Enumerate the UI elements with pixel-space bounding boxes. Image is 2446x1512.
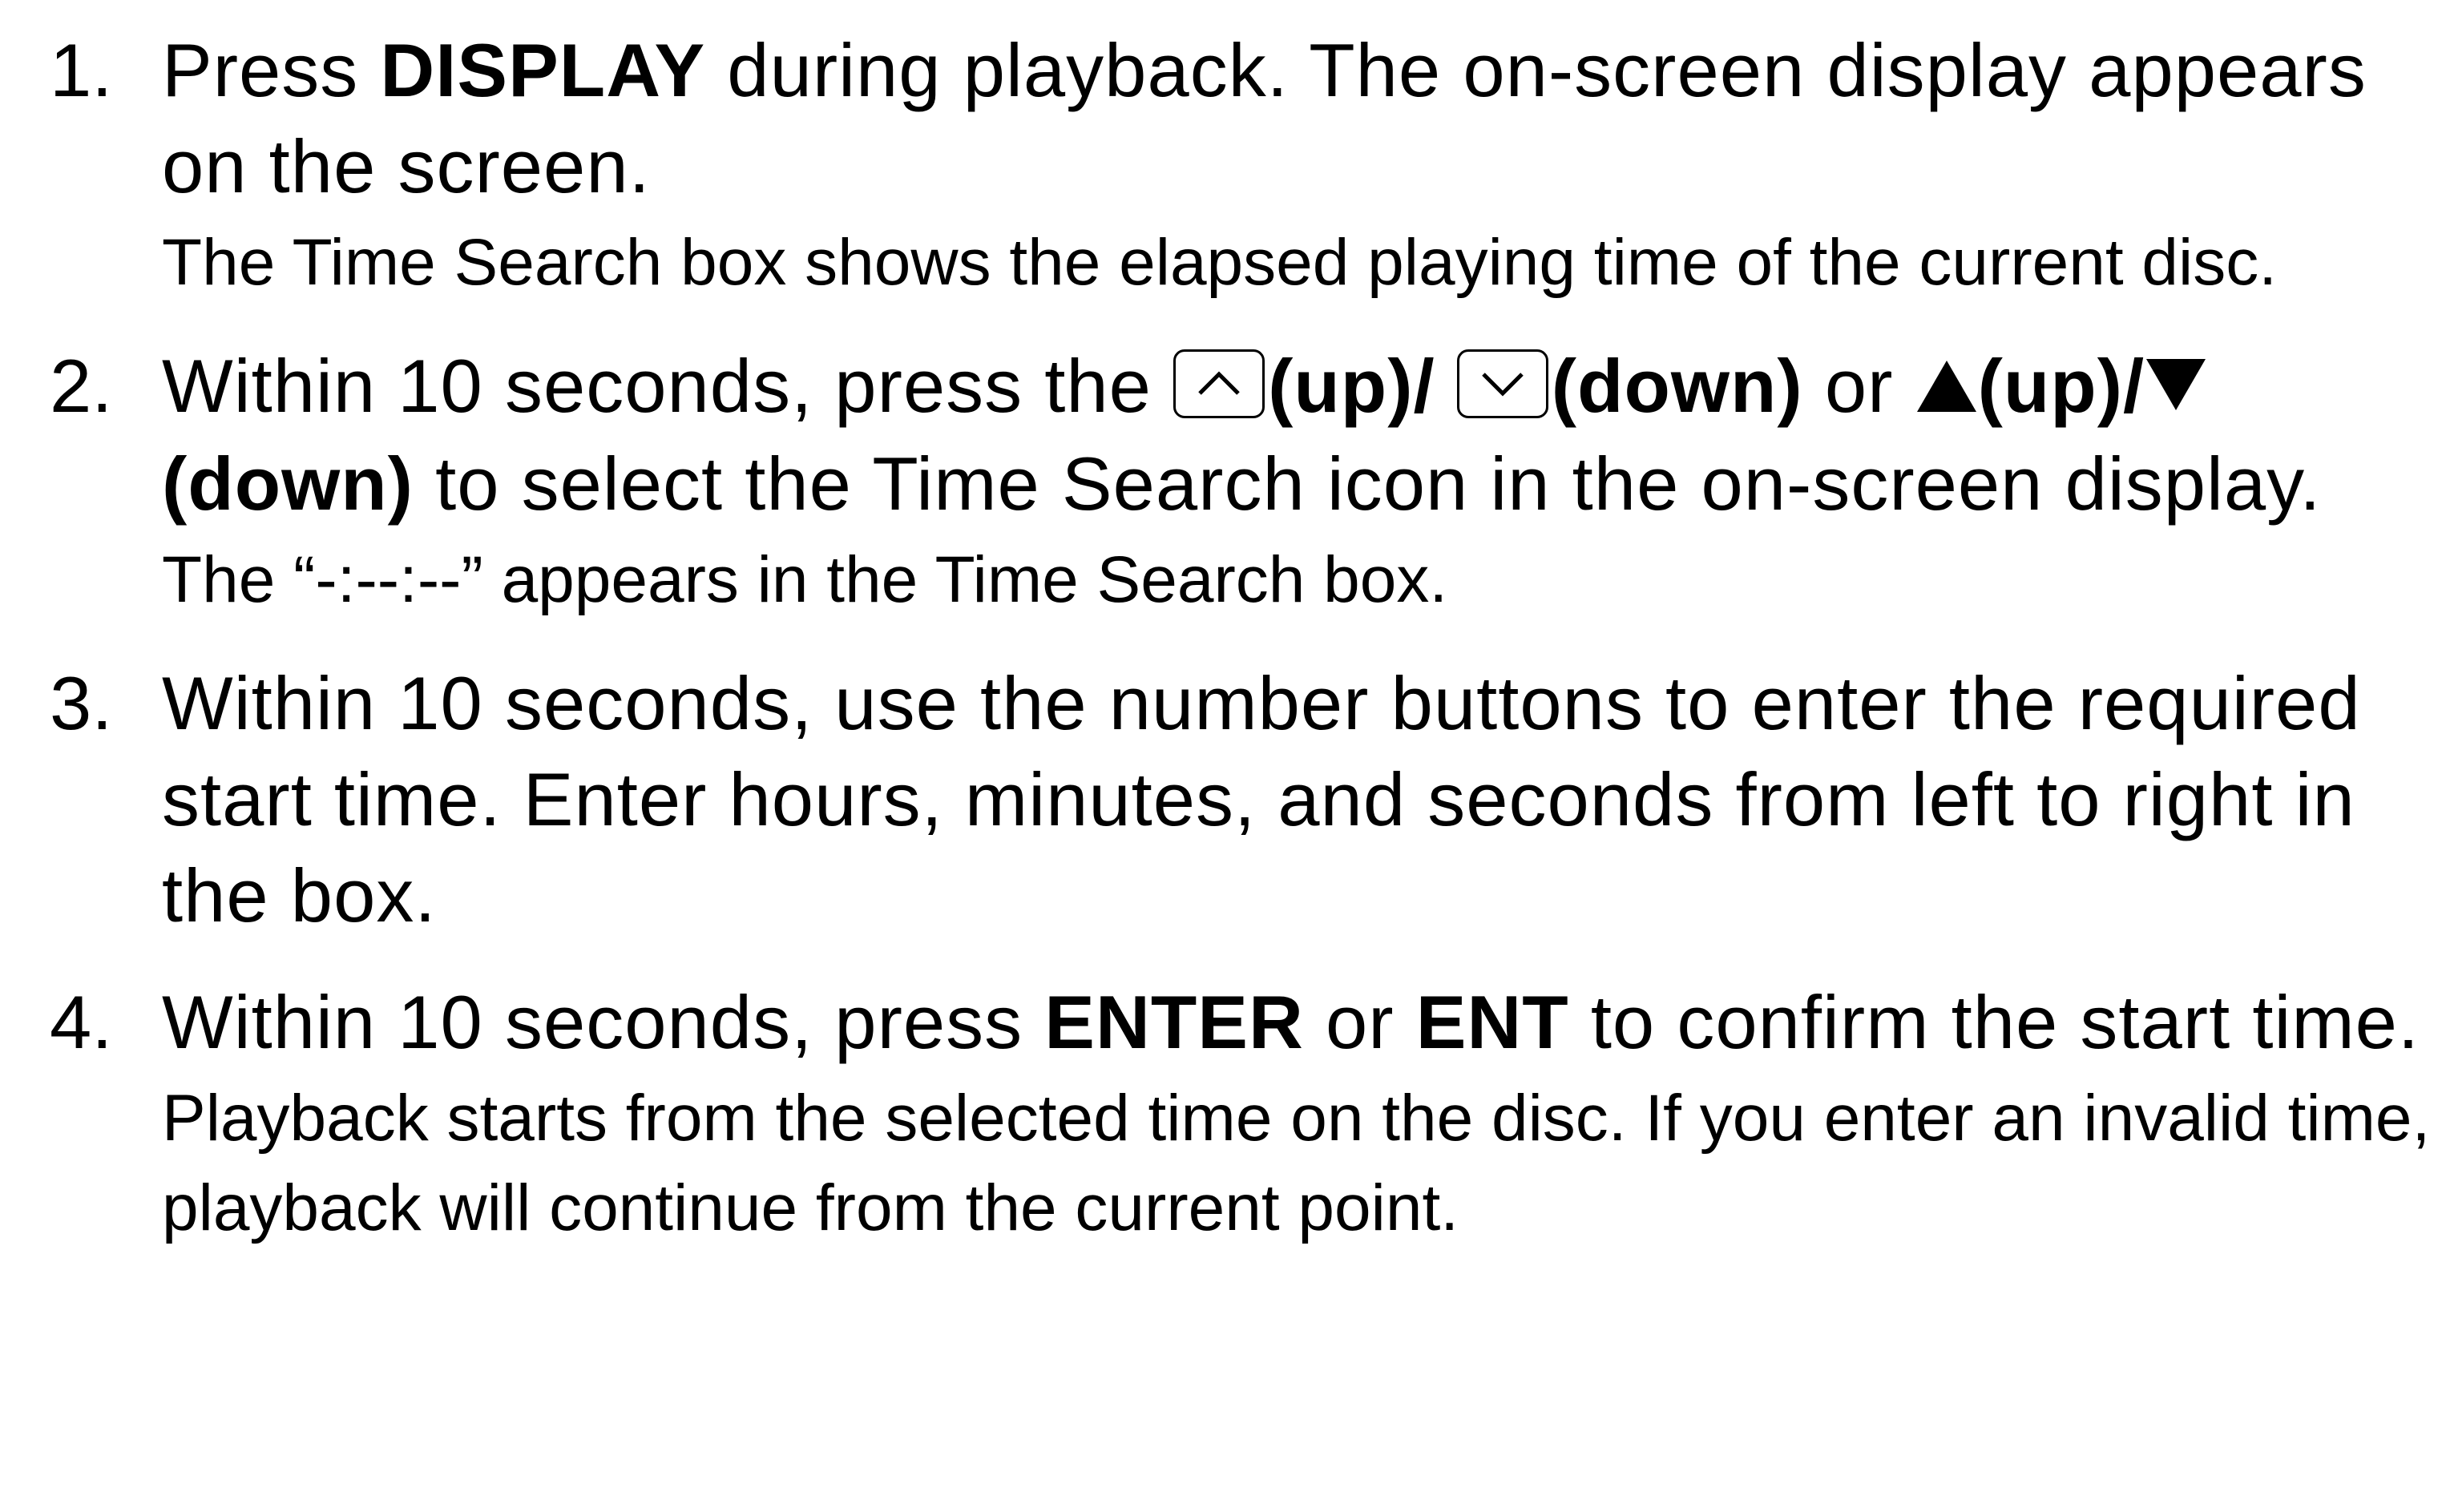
bold-term: (up)/ bbox=[1268, 344, 1457, 428]
up-triangle-icon bbox=[1915, 340, 1978, 436]
instruction-text: Within 10 seconds, use the number button… bbox=[162, 661, 2361, 937]
bold-term: ENTER bbox=[1044, 980, 1304, 1064]
step-number: 2. bbox=[50, 344, 113, 428]
down-triangle-icon bbox=[2145, 340, 2207, 436]
instruction-list: 1. Press DISPLAY during playback. The on-… bbox=[50, 22, 2438, 1284]
bold-term: ENT bbox=[1415, 980, 1569, 1064]
step-number: 1. bbox=[50, 28, 113, 112]
instruction-text: or bbox=[1802, 344, 1915, 428]
instruction-text: Within 10 seconds, press the bbox=[162, 344, 1174, 428]
step-4: 4. Within 10 seconds, press ENTER or ENT … bbox=[50, 974, 2438, 1253]
bold-term: (up)/ bbox=[1977, 344, 2145, 428]
step-2: 2. Within 10 seconds, press the (up)/ (do… bbox=[50, 338, 2438, 625]
step-note: The “-:--:--” appears in the Time Search… bbox=[162, 543, 1448, 616]
down-key-icon bbox=[1456, 349, 1548, 418]
instruction-text: to select the Time Search icon in the on… bbox=[413, 442, 2322, 526]
step-number: 4. bbox=[50, 980, 113, 1064]
instruction-text: Within 10 seconds, press bbox=[162, 980, 1045, 1064]
step-note: Playback starts from the selected time o… bbox=[162, 1082, 2431, 1244]
bold-term: (down) bbox=[162, 442, 414, 526]
instruction-text: Press bbox=[162, 28, 381, 112]
step-1: 1. Press DISPLAY during playback. The on-… bbox=[50, 22, 2438, 308]
step-3: 3. Within 10 seconds, use the number butt… bbox=[50, 655, 2438, 944]
up-key-icon bbox=[1173, 349, 1265, 418]
bold-term: (down) bbox=[1551, 344, 1803, 428]
instruction-text: to confirm the start time. bbox=[1568, 980, 2420, 1064]
bold-term: DISPLAY bbox=[380, 28, 706, 112]
step-number: 3. bbox=[50, 661, 113, 745]
step-instruction: Within 10 seconds, press ENTER or ENT to… bbox=[162, 974, 2438, 1070]
step-instruction: Within 10 seconds, use the number button… bbox=[162, 655, 2438, 944]
instruction-text: or bbox=[1303, 980, 1416, 1064]
step-instruction: Within 10 seconds, press the (up)/ (down… bbox=[162, 338, 2438, 532]
step-instruction: Press DISPLAY during playback. The on-sc… bbox=[162, 22, 2438, 215]
step-note: The Time Search box shows the elapsed pl… bbox=[162, 226, 2278, 299]
